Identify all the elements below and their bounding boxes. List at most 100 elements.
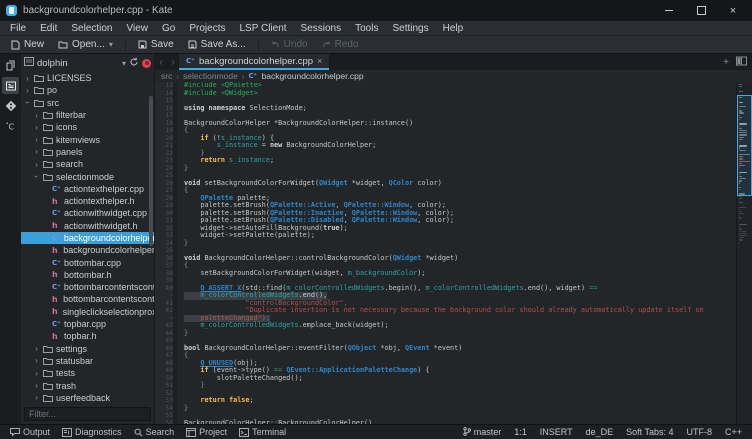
toolview-button-terminal[interactable]: Terminal (233, 426, 292, 439)
new-button[interactable]: New (6, 38, 49, 51)
git-icon[interactable] (2, 97, 19, 114)
tab-backgroundcolorhelper[interactable]: C⁺ backgroundcolorhelper.cpp × (179, 54, 329, 70)
tree-item-bottombarcontentscont-[interactable]: hbottombarcontentscont… (21, 293, 154, 305)
expander-chevron-icon[interactable]: › (33, 161, 40, 168)
tree-item-backgroundcolorhelper.h[interactable]: hbackgroundcolorhelper.h (21, 244, 154, 256)
code-line[interactable]: 26void setBackgroundColorForWidget(QWidg… (155, 180, 736, 188)
history-forward-icon[interactable]: › (167, 54, 179, 70)
code-line[interactable]: 53 return false; (155, 397, 736, 405)
tree-item-search[interactable]: ›search (21, 158, 154, 170)
code-line[interactable]: 56BackgroundColorHelper::BackgroundColor… (155, 420, 736, 425)
menu-help[interactable]: Help (437, 23, 470, 34)
tree-item-bottombarcontentscont-[interactable]: C⁺bottombarcontentscont… (21, 281, 154, 293)
tree-item-actionwithwidget.h[interactable]: hactionwithwidget.h (21, 220, 154, 232)
menu-go[interactable]: Go (156, 23, 181, 34)
tab-close-icon[interactable]: × (317, 56, 322, 66)
tree-item-selectionmode[interactable]: ›selectionmode (21, 170, 154, 182)
expander-chevron-icon[interactable]: › (33, 394, 40, 401)
code-line[interactable]: 14#include <QWidget> (155, 90, 736, 98)
redo-button[interactable]: Redo (317, 38, 364, 51)
code-editor[interactable]: 13#include <QPalette>14#include <QWidget… (155, 82, 736, 424)
menu-settings[interactable]: Settings (386, 23, 434, 34)
toolview-button-search[interactable]: Search (128, 426, 181, 439)
tree-item-settings[interactable]: ›settings (21, 343, 154, 355)
tree-item-topbar.cpp[interactable]: C⁺topbar.cpp (21, 318, 154, 330)
tree-item-filterbar[interactable]: ›filterbar (21, 109, 154, 121)
expander-chevron-icon[interactable]: › (33, 136, 40, 143)
dictionary[interactable]: de_DE (586, 427, 614, 437)
expander-chevron-icon[interactable]: › (33, 112, 40, 119)
menu-selection[interactable]: Selection (65, 23, 118, 34)
menu-lsp-client[interactable]: LSP Client (233, 23, 292, 34)
new-tab-icon[interactable]: + (723, 57, 729, 68)
tree-item-src[interactable]: ›src (21, 97, 154, 109)
history-back-icon[interactable]: ‹ (155, 54, 167, 70)
tree-item-bottombar.cpp[interactable]: C⁺bottombar.cpp (21, 256, 154, 268)
git-branch-status[interactable]: master (463, 427, 502, 438)
tree-item-bottombar.h[interactable]: hbottombar.h (21, 269, 154, 281)
minimize-icon[interactable] (664, 6, 674, 16)
documents-icon[interactable] (2, 57, 19, 74)
code-line[interactable]: 33 widget->setPalette(palette); (155, 232, 736, 240)
menu-file[interactable]: File (4, 23, 32, 34)
code-line[interactable]: 24} (155, 165, 736, 173)
expander-chevron-icon[interactable]: › (33, 357, 40, 364)
tree-item-tests[interactable]: ›tests (21, 367, 154, 379)
tree-item-trash[interactable]: ›trash (21, 379, 154, 391)
save-button[interactable]: Save (133, 38, 179, 51)
minimap[interactable] (736, 82, 752, 424)
code-line[interactable]: 21 s_instance = new BackgroundColorHelpe… (155, 142, 736, 150)
expander-chevron-icon[interactable]: › (24, 99, 31, 106)
tree-scrollbar[interactable] (149, 96, 153, 246)
code-line[interactable]: 46bool BackgroundColorHelper::eventFilte… (155, 345, 736, 353)
code-line[interactable]: 43 m_colorControlledWidgets.emplace_back… (155, 322, 736, 330)
minimap-viewport[interactable] (737, 95, 752, 196)
toolview-button-diagnostics[interactable]: Diagnostics (56, 426, 128, 439)
cursor-position[interactable]: 1:1 (514, 427, 527, 437)
breadcrumb-file[interactable]: backgroundcolorhelper.cpp (262, 71, 364, 81)
breadcrumb-src[interactable]: src (161, 71, 172, 81)
project-error-badge[interactable] (142, 59, 151, 68)
input-mode[interactable]: INSERT (540, 427, 573, 437)
code-line[interactable]: 34} (155, 240, 736, 248)
code-line[interactable]: 51 } (155, 382, 736, 390)
code-line[interactable]: 36void BackgroundColorHelper::controlBac… (155, 255, 736, 263)
menu-sessions[interactable]: Sessions (295, 23, 348, 34)
expander-chevron-icon[interactable]: › (24, 87, 31, 94)
project-dropdown-caret-icon[interactable]: ▾ (122, 59, 126, 68)
expander-chevron-icon[interactable]: › (33, 345, 40, 352)
tree-item-backgroundcolorhelper.c-[interactable]: C⁺backgroundcolorhelper.c… (21, 232, 154, 244)
toolview-button-project[interactable]: Project (180, 426, 233, 439)
menu-edit[interactable]: Edit (34, 23, 63, 34)
tree-item-actiontexthelper.h[interactable]: hactiontexthelper.h (21, 195, 154, 207)
code-line[interactable]: 38 setBackgroundColorForWidget(widget, m… (155, 270, 736, 278)
save-as-button[interactable]: Save As... (183, 38, 251, 51)
expander-chevron-icon[interactable]: › (33, 370, 40, 377)
menu-projects[interactable]: Projects (183, 23, 231, 34)
code-line[interactable]: 54} (155, 405, 736, 413)
code-line[interactable]: 16using namespace SelectionMode; (155, 105, 736, 113)
tree-item-userfeedback[interactable]: ›userfeedback (21, 392, 154, 404)
open-button[interactable]: Open... ▾ (53, 38, 118, 51)
tree-item-licenses[interactable]: ›LICENSES (21, 72, 154, 84)
expander-chevron-icon[interactable]: › (33, 173, 40, 180)
code-line[interactable]: 44} (155, 330, 736, 338)
tree-item-icons[interactable]: ›icons (21, 121, 154, 133)
maximize-icon[interactable] (696, 6, 706, 16)
tab-settings[interactable]: Soft Tabs: 4 (626, 427, 673, 437)
expander-chevron-icon[interactable]: › (33, 382, 40, 389)
close-icon[interactable]: × (728, 6, 738, 16)
code-line[interactable]: 23 return s_instance; (155, 157, 736, 165)
code-line[interactable]: 18BackgroundColorHelper *BackgroundColor… (155, 120, 736, 128)
expander-chevron-icon[interactable]: › (33, 124, 40, 131)
menu-tools[interactable]: Tools (349, 23, 384, 34)
tree-filter-input[interactable]: Filter... (24, 407, 151, 421)
tree-item-kitemviews[interactable]: ›kitemviews (21, 133, 154, 145)
tree-item-actiontexthelper.cpp[interactable]: C⁺actiontexthelper.cpp (21, 183, 154, 195)
tree-item-singleclickselectionproxy-[interactable]: hsingleclickselectionproxy… (21, 306, 154, 318)
tree-item-po[interactable]: ›po (21, 84, 154, 96)
project-reload-icon[interactable] (129, 57, 139, 70)
tree-item-panels[interactable]: ›panels (21, 146, 154, 158)
expander-chevron-icon[interactable]: › (24, 75, 31, 82)
breadcrumb-selectionmode[interactable]: selectionmode (183, 71, 238, 81)
